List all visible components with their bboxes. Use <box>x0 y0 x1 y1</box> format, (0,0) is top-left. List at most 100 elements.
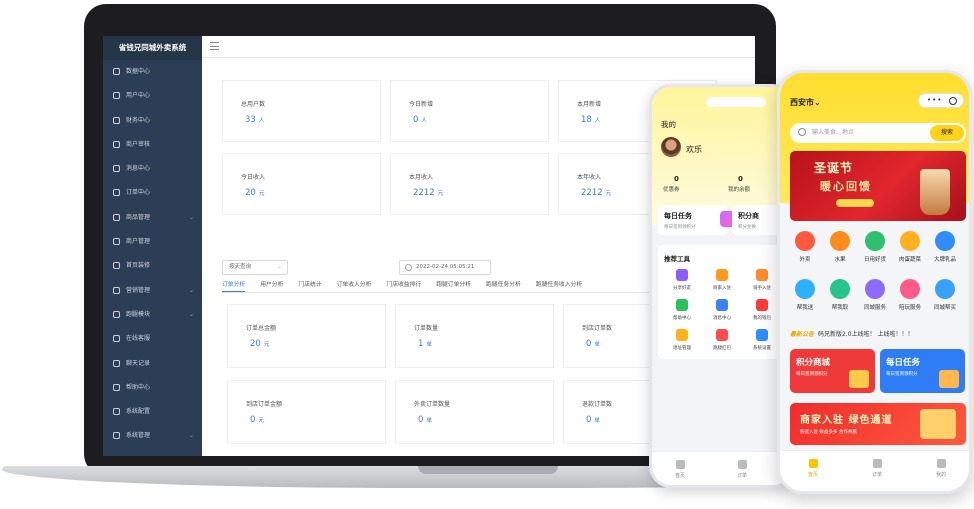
menu-item-icon <box>113 213 120 221</box>
sidebar-item[interactable]: 系统管理 ⌄ <box>103 424 202 448</box>
sidebar-item[interactable]: 消息中心 <box>103 157 202 181</box>
stat-value: 0 <box>250 415 256 425</box>
category-item[interactable]: 肉蛋蔬菜 <box>893 231 927 263</box>
promo-daily-task[interactable]: 每日任务 每日签到领积分 <box>880 349 965 393</box>
promo-subtitle: 每日签到领积分 <box>796 372 828 377</box>
stat-value: 0 <box>586 339 592 349</box>
sidebar-item[interactable]: 订单中心 <box>103 181 202 205</box>
tool-item[interactable]: 骑手入驻 <box>742 269 782 291</box>
query-mode-value: 按天查询 <box>229 264 252 270</box>
daily-task-card[interactable]: 每日任务 每日签到领积分 <box>658 205 736 235</box>
query-mode-select[interactable]: 按天查询 ⌄ <box>222 260 288 275</box>
sidebar-item[interactable]: 商户审核 <box>103 133 202 157</box>
tab-orders[interactable]: 订单 <box>722 460 762 479</box>
category-item[interactable]: 同城服务 <box>858 279 892 311</box>
promo-points-mall[interactable]: 积分商城 每日签到领积分 <box>790 349 875 393</box>
stat-unit: 单 <box>426 418 432 424</box>
promo-title: 每日任务 <box>886 358 921 368</box>
tab-item[interactable]: 订单 <box>852 459 902 478</box>
sidebar-item[interactable]: 跑腿模块 ⌄ <box>103 303 202 327</box>
tools-title: 推荐工具 <box>664 255 690 263</box>
stat-value-row: 1单 <box>418 339 432 349</box>
search-button[interactable]: 搜索 <box>930 125 964 141</box>
date-value: 2022-02-24 05:05:21 <box>416 264 475 270</box>
tool-item[interactable]: 系统设置 <box>742 329 782 351</box>
profile-tabbar: 首页 订单 <box>652 451 792 485</box>
close-target-icon[interactable] <box>949 97 957 105</box>
analysis-tab[interactable]: 门店统计 <box>298 279 321 291</box>
sidebar-item[interactable]: 帮助中心 <box>103 376 202 400</box>
analysis-tab[interactable]: 跑腿任务收入分析 <box>536 279 582 291</box>
sidebar-item[interactable]: 商户管理 <box>103 230 202 254</box>
analysis-tab[interactable]: 门店收益排行 <box>386 279 421 291</box>
sidebar-item[interactable]: 首页装修 <box>103 254 202 278</box>
tool-label: 地址管理 <box>673 346 691 351</box>
sidebar-item[interactable]: 系统配置 <box>103 400 202 424</box>
analysis-tab[interactable]: 跑腿订单分析 <box>436 279 471 291</box>
tool-label: 我的钱包 <box>753 316 771 321</box>
category-icon <box>795 231 815 251</box>
category-item[interactable]: 日用好货 <box>858 231 892 263</box>
date-picker[interactable]: 2022-02-24 05:05:21 <box>399 260 491 275</box>
menu-item-icon <box>113 432 120 440</box>
laptop-notch <box>418 466 558 474</box>
page-title: 我的 <box>661 120 676 129</box>
tool-item[interactable]: 商家入驻 <box>702 269 742 291</box>
tool-item[interactable]: 跑腿红包 <box>702 329 742 351</box>
tool-item[interactable]: 消息中心 <box>702 299 742 321</box>
sidebar-item[interactable]: 聊天记录 <box>103 352 202 376</box>
task-icon <box>939 370 959 388</box>
christmas-banner[interactable]: 圣诞节 暖心回馈 <box>790 151 966 221</box>
stat-unit: 单 <box>594 418 600 424</box>
stat-label: 外卖订单数量 <box>414 401 451 408</box>
shop-icon <box>920 409 956 439</box>
menu-item-icon <box>113 262 120 270</box>
tab-item[interactable]: 我的 <box>916 459 966 478</box>
merchant-banner[interactable]: 商家入驻 绿色通道 快速入驻 收益多多 合作共赢 <box>790 403 966 445</box>
sidebar-item[interactable]: 数据中心 <box>103 60 202 84</box>
tool-item[interactable]: 地址管理 <box>662 329 702 351</box>
gear-icon <box>756 329 768 341</box>
order-icon <box>872 459 882 468</box>
tab-item[interactable]: 首页 <box>788 459 838 478</box>
hamburger-menu-icon[interactable] <box>210 42 219 50</box>
sidebar-item[interactable]: 在线客服 <box>103 327 202 351</box>
sidebar-item[interactable]: 营销管理 ⌄ <box>103 279 202 303</box>
notice-bar[interactable]: 最新公告 码兄新版2.0上线啦！ 上线啦！！！ <box>790 329 969 338</box>
stat-label: 订单数量 <box>414 325 439 332</box>
analysis-tab[interactable]: 订单收入分析 <box>337 279 372 291</box>
analysis-tab[interactable]: 用户分析 <box>260 279 283 291</box>
category-item[interactable]: 帮我送 <box>788 279 822 311</box>
sidebar-item[interactable]: 财务中心 <box>103 109 202 133</box>
category-item[interactable]: 帮我取 <box>823 279 857 311</box>
users-icon <box>676 269 688 281</box>
stat-label: 本月收入 <box>409 174 434 181</box>
analysis-tab[interactable]: 跑腿任务分析 <box>486 279 521 291</box>
category-item[interactable]: 水果 <box>823 231 857 263</box>
tab-home[interactable]: 首页 <box>660 460 700 479</box>
category-item[interactable]: 陪玩服务 <box>893 279 927 311</box>
category-item[interactable]: 外卖 <box>788 231 822 263</box>
stat-value: 0 <box>413 115 419 125</box>
avatar[interactable] <box>661 137 681 157</box>
tool-item[interactable]: 帮助中心 <box>662 299 702 321</box>
order-stat-card: 到店订单金额 0 元 <box>227 380 386 444</box>
category-item[interactable]: 同城帮买 <box>928 279 962 311</box>
app-title: 省钱兄同城外卖系统 <box>103 36 202 60</box>
menu-item-icon <box>113 286 120 294</box>
mini-program-capsule[interactable]: ••• <box>918 93 964 108</box>
tab-orders-label: 订单 <box>736 473 747 479</box>
category-label: 帮我送 <box>796 305 814 311</box>
stat-label: 今日新增 <box>409 101 434 108</box>
sidebar-item[interactable]: 用户中心 <box>103 84 202 108</box>
city-selector[interactable]: 西安市⌄ <box>790 97 821 108</box>
more-icon[interactable]: ••• <box>927 97 942 104</box>
category-label: 帮我取 <box>831 305 849 311</box>
tool-item[interactable]: 我的钱包 <box>742 299 782 321</box>
promo-subtitle: 每日签到领积分 <box>886 372 918 377</box>
category-item[interactable]: 大牌乳品 <box>928 231 962 263</box>
tool-item[interactable]: 分享好友 <box>662 269 702 291</box>
sidebar-item[interactable]: 商品管理 ⌄ <box>103 206 202 230</box>
analysis-tab[interactable]: 订单分析 <box>222 279 246 292</box>
tab-label: 订单 <box>871 472 882 478</box>
